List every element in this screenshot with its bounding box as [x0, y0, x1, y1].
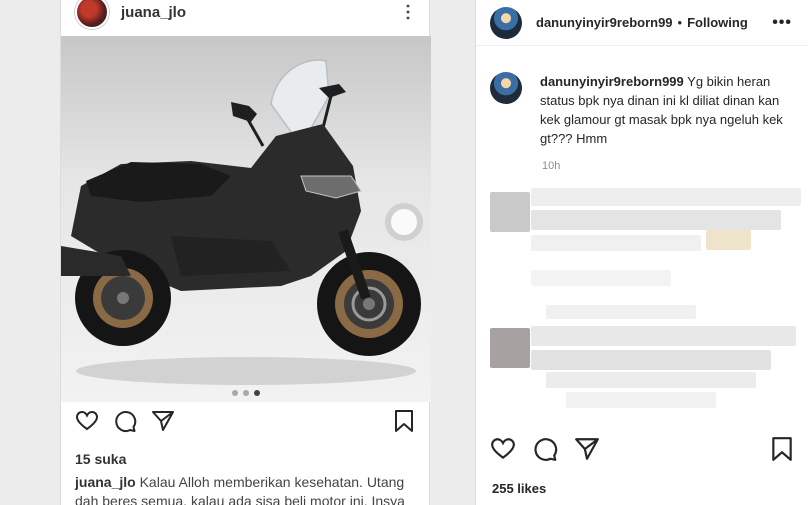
- share-icon: [152, 411, 174, 431]
- header-separator: •: [677, 15, 683, 30]
- censored-block: [546, 305, 696, 319]
- censored-block: [531, 350, 771, 370]
- comments-panel: danunyinyir9reborn99 • Following ••• dan…: [475, 0, 808, 505]
- censored-block: [546, 372, 756, 388]
- more-options-icon: ⋯: [398, 3, 418, 21]
- embedded-username: juana_jlo: [121, 3, 187, 21]
- heart-icon: [75, 410, 99, 431]
- carousel-dots: [61, 390, 431, 396]
- censored-block: [531, 188, 801, 206]
- censored-block: [566, 392, 716, 408]
- carousel-dot: [243, 390, 249, 396]
- post-username[interactable]: danunyinyir9reborn99: [536, 15, 673, 30]
- comment-body: danunyinyir9reborn999 Yg bikin heran sta…: [540, 72, 794, 148]
- censored-block: [531, 270, 671, 286]
- following-button[interactable]: Following: [687, 15, 772, 30]
- post-actions: [490, 436, 794, 462]
- censored-block: [531, 235, 701, 251]
- embedded-actions: [75, 409, 415, 433]
- censored-avatar: [490, 192, 530, 232]
- censored-block: [531, 326, 796, 346]
- avatar[interactable]: [490, 6, 522, 39]
- bookmark-icon: [395, 410, 413, 432]
- comment-timestamp: 10h: [542, 160, 561, 172]
- post-header: danunyinyir9reborn99 • Following •••: [476, 0, 808, 46]
- embedded-post-screenshot: juana_jlo ⋯ 15 suka juana_jlo Kalau Allo…: [0, 0, 475, 505]
- like-count[interactable]: 255 likes: [492, 481, 546, 496]
- comment-button[interactable]: [532, 436, 558, 462]
- embedded-like-count: 15 suka: [75, 451, 127, 467]
- comment-avatar[interactable]: [490, 72, 522, 104]
- censored-block: [531, 210, 781, 230]
- censored-block: [706, 230, 751, 250]
- embedded-caption: juana_jlo Kalau Alloh memberikan kesehat…: [75, 473, 417, 505]
- carousel-dot: [232, 390, 238, 396]
- more-options-button[interactable]: •••: [772, 14, 792, 32]
- save-button[interactable]: [770, 436, 794, 462]
- censored-avatar: [490, 328, 530, 368]
- embedded-post-card: juana_jlo ⋯ 15 suka juana_jlo Kalau Allo…: [60, 0, 431, 505]
- comment-username[interactable]: danunyinyir9reborn999: [540, 74, 684, 89]
- scooter-illustration: [61, 59, 423, 385]
- embedded-post-header: juana_jlo ⋯: [61, 0, 429, 35]
- like-button[interactable]: [490, 436, 516, 462]
- comment-icon: [115, 411, 137, 432]
- embedded-caption-user: juana_jlo: [75, 474, 136, 490]
- embedded-avatar: [75, 0, 109, 29]
- carousel-dot-active: [254, 390, 260, 396]
- share-button[interactable]: [574, 436, 600, 462]
- comment-item: danunyinyir9reborn999 Yg bikin heran sta…: [490, 72, 794, 148]
- scooter-photo: [61, 36, 431, 402]
